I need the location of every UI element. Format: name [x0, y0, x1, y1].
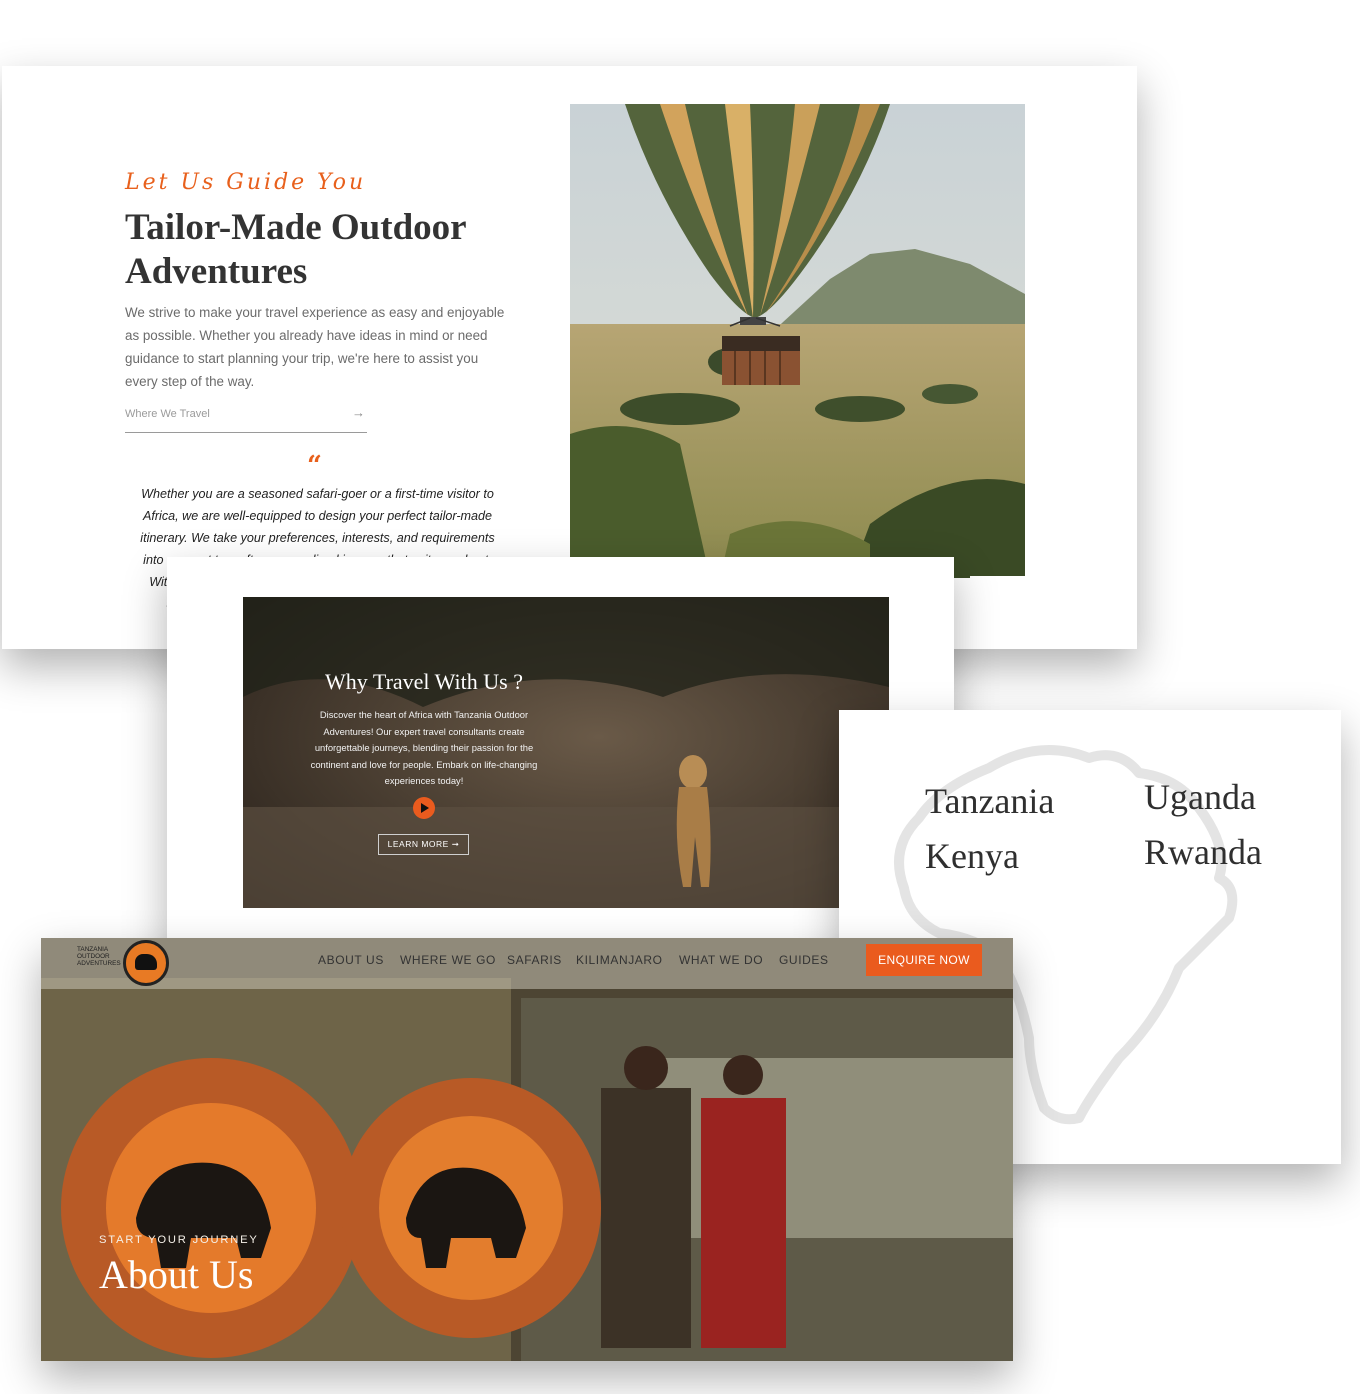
elephant-logo-icon[interactable] [123, 940, 169, 986]
nav-where-we-go[interactable]: WHERE WE GO [400, 953, 496, 967]
why-travel-section: Why Travel With Us ? Discover the heart … [167, 557, 954, 977]
why-travel-text: Discover the heart of Africa with Tanzan… [310, 709, 538, 786]
section-tagline: Let Us Guide You [125, 170, 367, 195]
country-rwanda[interactable]: Rwanda [1144, 831, 1262, 873]
logo-wordmark[interactable]: TANZANIA OUTDOOR ADVENTURES [77, 946, 121, 967]
why-travel-title: Why Travel With Us ? [325, 669, 523, 694]
section-title: Tailor-Made Outdoor Adventures [125, 207, 466, 292]
nav-about-us[interactable]: ABOUT US [318, 953, 384, 967]
play-icon[interactable] [413, 797, 435, 819]
nav-guides[interactable]: GUIDES [779, 953, 829, 967]
about-kicker: START YOUR JOURNEY [99, 1234, 259, 1246]
where-we-travel-link[interactable]: Where We Travel → [125, 405, 367, 433]
hot-air-balloon-photo [570, 104, 1025, 578]
lioness-photo: Why Travel With Us ? Discover the heart … [243, 597, 889, 908]
about-us-hero: TANZANIA OUTDOOR ADVENTURES ABOUT US WHE… [41, 938, 1013, 1361]
country-tanzania[interactable]: Tanzania [925, 780, 1054, 822]
nav-what-we-do[interactable]: WHAT WE DO [679, 953, 763, 967]
country-uganda[interactable]: Uganda [1144, 776, 1256, 818]
quote-icon: “ [307, 451, 322, 481]
about-title: About Us [99, 1252, 254, 1297]
where-we-travel-label: Where We Travel [125, 408, 210, 420]
main-nav: TANZANIA OUTDOOR ADVENTURES ABOUT US WHE… [41, 938, 1013, 989]
learn-more-button[interactable]: LEARN MORE ➞ [378, 834, 469, 855]
enquire-now-button[interactable]: ENQUIRE NOW [866, 944, 982, 976]
nav-kilimanjaro[interactable]: KILIMANJARO [576, 953, 663, 967]
arrow-right-icon: → [352, 405, 365, 420]
country-kenya[interactable]: Kenya [925, 835, 1019, 877]
section-intro: We strive to make your travel experience… [125, 305, 505, 389]
nav-safaris[interactable]: SAFARIS [507, 953, 562, 967]
